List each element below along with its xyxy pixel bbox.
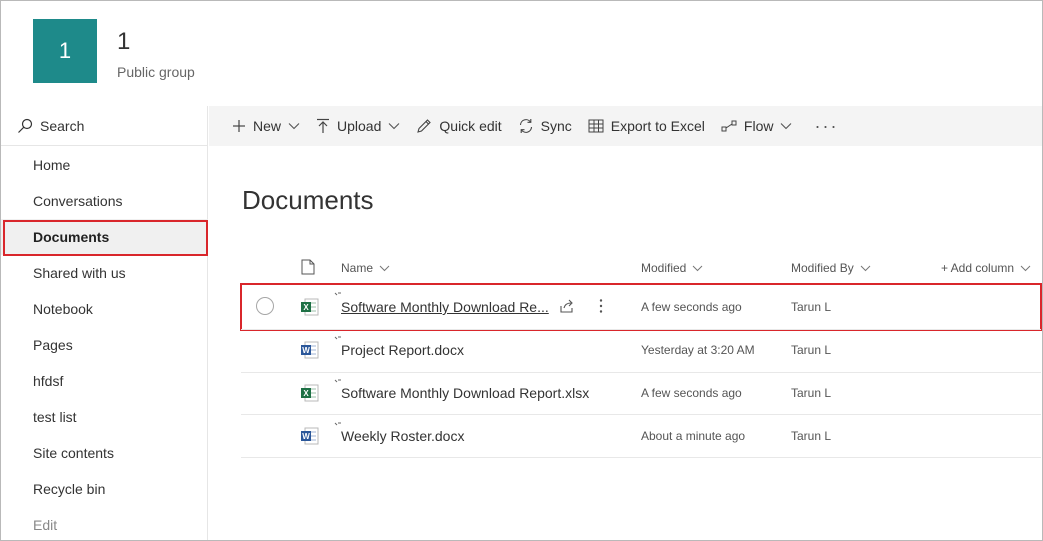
nav-item-notebook[interactable]: Notebook: [1, 291, 208, 327]
command-bar: New Upload Quick edit Sync Export to Exc…: [209, 106, 1042, 146]
nav-item-label: Pages: [33, 337, 73, 353]
svg-text:X: X: [303, 389, 309, 398]
word-file-icon: W: [301, 341, 319, 359]
nav-item-label: hfdsf: [33, 373, 64, 389]
column-header-label: Modified By: [791, 261, 854, 275]
modified-date: Yesterday at 3:20 AM: [641, 343, 755, 357]
table-row[interactable]: W Project Report.docx Yesterday at 3:20 …: [241, 329, 1041, 372]
chevron-down-icon: [781, 123, 792, 130]
modified-date: About a minute ago: [641, 429, 746, 443]
column-header-modified[interactable]: Modified: [641, 261, 703, 275]
upload-button[interactable]: Upload: [316, 118, 400, 134]
flow-label: Flow: [743, 118, 774, 134]
new-button[interactable]: New: [232, 118, 300, 134]
column-header-modified-by[interactable]: Modified By: [791, 261, 871, 275]
upload-label: Upload: [337, 118, 382, 134]
documents-highlight-box: [3, 220, 208, 256]
nav-item-label: Conversations: [33, 193, 123, 209]
sync-icon: [519, 119, 532, 133]
nav-item-site-contents[interactable]: Site contents: [1, 435, 208, 471]
file-name-link[interactable]: Software Monthly Download Report.xlsx: [341, 385, 589, 401]
add-column-button[interactable]: + Add column: [941, 261, 1031, 275]
nav-item-home[interactable]: Home: [1, 147, 208, 183]
chevron-down-icon: [389, 123, 400, 130]
excel-file-icon: X: [301, 384, 319, 402]
sync-label: Sync: [540, 118, 572, 134]
modified-date: A few seconds ago: [641, 386, 742, 400]
column-header-label: Name: [341, 261, 374, 275]
search-icon: [18, 118, 33, 133]
file-name-link[interactable]: Weekly Roster.docx: [341, 428, 464, 444]
quick-edit-label: Quick edit: [439, 118, 502, 134]
row-divider: [241, 457, 1041, 458]
nav-item-hfdsf[interactable]: hfdsf: [1, 363, 208, 399]
nav-item-label: Home: [33, 157, 71, 173]
nav-item-label: Site contents: [33, 445, 114, 461]
modified-by-name[interactable]: Tarun L: [791, 429, 831, 443]
nav-item-shared-with-us[interactable]: Shared with us: [1, 255, 208, 291]
new-label: New: [253, 118, 282, 134]
export-label: Export to Excel: [610, 118, 705, 134]
nav-item-pages[interactable]: Pages: [1, 327, 208, 363]
left-navigation: Search Home Conversations Documents Shar…: [1, 106, 208, 540]
chevron-down-icon: [860, 265, 871, 271]
table-row[interactable]: X Software Monthly Download Report.xlsx …: [241, 372, 1041, 415]
site-title[interactable]: 1: [117, 28, 130, 56]
svg-text:W: W: [302, 432, 310, 441]
chevron-down-icon: [693, 265, 703, 271]
table-row[interactable]: W Weekly Roster.docx About a minute ago …: [241, 415, 1041, 458]
chevron-down-icon: [379, 265, 390, 271]
modified-by-name[interactable]: Tarun L: [791, 386, 831, 400]
add-column-label: + Add column: [941, 261, 1015, 275]
nav-item-label: Recycle bin: [33, 481, 106, 497]
nav-item-edit[interactable]: Edit: [1, 507, 208, 541]
pencil-icon: [417, 119, 432, 133]
modified-by-name[interactable]: Tarun L: [791, 343, 831, 357]
nav-item-label: Edit: [33, 517, 58, 533]
site-subtitle: Public group: [117, 64, 195, 80]
selected-row-highlight-box: [240, 283, 1042, 331]
search-box[interactable]: Search: [1, 106, 208, 146]
nav-item-label: test list: [33, 409, 77, 425]
upload-icon: [317, 118, 330, 133]
site-logo[interactable]: 1: [33, 19, 97, 83]
flow-icon: [721, 120, 737, 132]
nav-item-label: Notebook: [33, 301, 93, 317]
site-logo-text: 1: [58, 38, 72, 63]
word-file-icon: W: [301, 427, 319, 445]
sync-button[interactable]: Sync: [518, 118, 572, 134]
page-title: Documents: [242, 185, 374, 215]
chevron-down-icon: [288, 123, 300, 130]
column-header-name[interactable]: Name: [341, 261, 390, 275]
flow-button[interactable]: Flow: [721, 118, 793, 134]
search-label: Search: [40, 117, 85, 134]
nav-item-test-list[interactable]: test list: [1, 399, 208, 435]
svg-text:W: W: [302, 346, 310, 355]
excel-export-icon: [588, 119, 604, 133]
file-type-header-icon[interactable]: [301, 259, 315, 275]
column-header-label: Modified: [641, 261, 687, 275]
nav-item-recycle-bin[interactable]: Recycle bin: [1, 471, 208, 507]
more-options-button[interactable]: ···: [814, 116, 838, 137]
export-to-excel-button[interactable]: Export to Excel: [588, 118, 705, 134]
plus-icon: [233, 120, 245, 132]
chevron-down-icon: [1020, 265, 1031, 271]
nav-item-conversations[interactable]: Conversations: [1, 183, 208, 219]
nav-item-label: Shared with us: [33, 265, 126, 281]
quick-edit-button[interactable]: Quick edit: [416, 118, 502, 134]
file-name-link[interactable]: Project Report.docx: [341, 342, 464, 358]
